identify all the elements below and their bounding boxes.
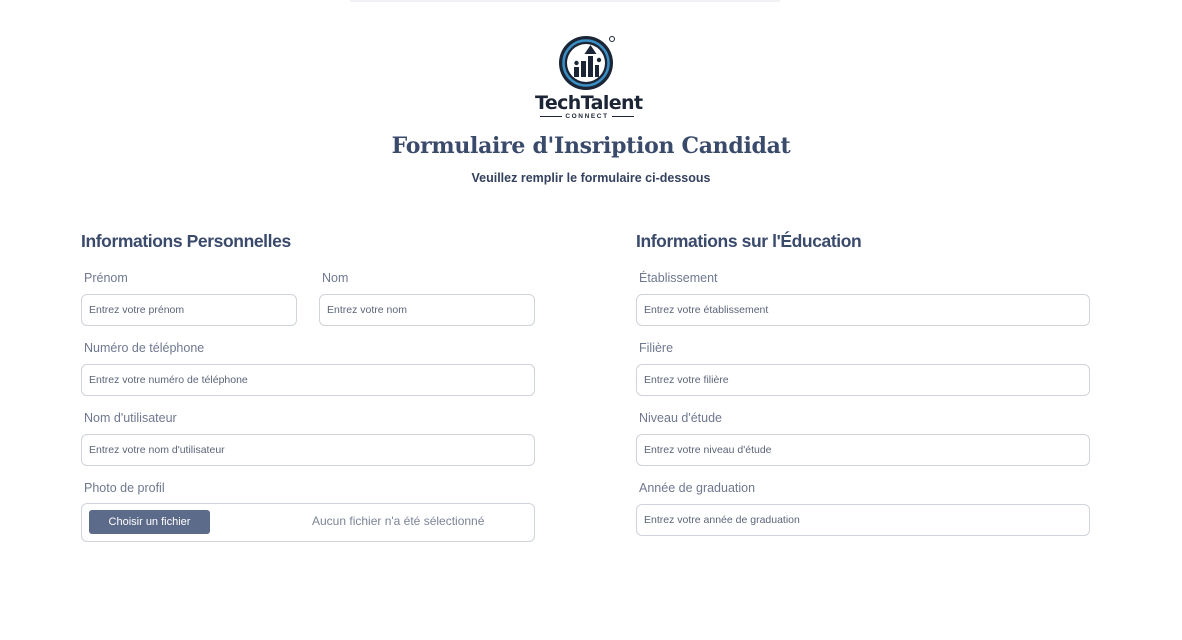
logo-mark-icon xyxy=(559,36,615,90)
label-telephone: Numéro de téléphone xyxy=(84,341,205,355)
etablissement-input[interactable] xyxy=(636,294,1090,326)
label-niveau: Niveau d'étude xyxy=(639,411,723,425)
niveau-input[interactable] xyxy=(636,434,1090,466)
label-filiere: Filière xyxy=(639,341,674,355)
nom-input[interactable] xyxy=(319,294,535,326)
telephone-input[interactable] xyxy=(81,364,535,396)
label-graduation: Année de graduation xyxy=(639,481,756,495)
filiere-input[interactable] xyxy=(636,364,1090,396)
section-title-personal: Informations Personnelles xyxy=(81,231,291,251)
label-etablissement: Établissement xyxy=(639,271,718,285)
prenom-input[interactable] xyxy=(81,294,297,326)
label-nom: Nom xyxy=(322,271,349,285)
username-input[interactable] xyxy=(81,434,535,466)
graduation-input[interactable] xyxy=(636,504,1090,536)
logo-tagline: CONNECT xyxy=(535,111,639,121)
section-title-education: Informations sur l'Éducation xyxy=(636,231,862,251)
file-status-text: Aucun fichier n'a été sélectionné xyxy=(312,514,485,528)
label-prenom: Prénom xyxy=(84,271,128,285)
logo-tagline-text: CONNECT xyxy=(565,112,609,120)
choose-file-button[interactable]: Choisir un fichier xyxy=(89,510,210,534)
page-title: Formulaire d'Insription Candidat xyxy=(391,133,791,159)
top-divider xyxy=(350,0,780,2)
photo-file-input[interactable]: Choisir un fichier Aucun fichier n'a été… xyxy=(81,503,535,542)
page-subtitle: Veuillez remplir le formulaire ci-dessou… xyxy=(471,171,711,185)
label-username: Nom d'utilisateur xyxy=(84,411,177,425)
label-photo: Photo de profil xyxy=(84,481,165,495)
techtalent-logo: TechTalent CONNECT xyxy=(535,32,643,121)
